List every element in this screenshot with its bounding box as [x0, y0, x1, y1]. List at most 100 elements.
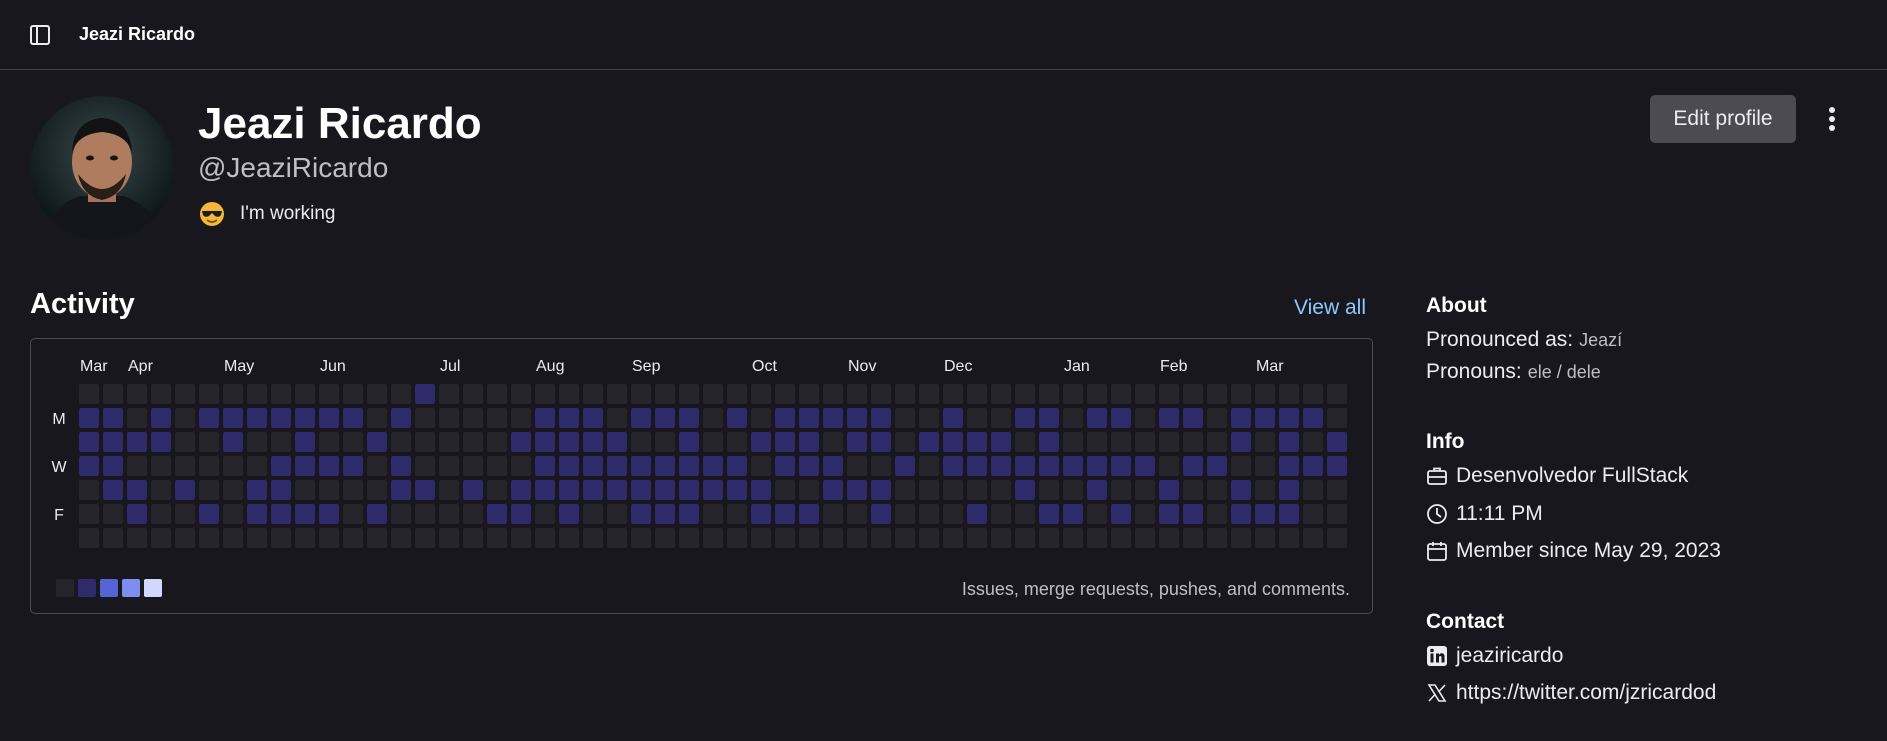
activity-cell[interactable] — [655, 456, 675, 476]
activity-cell[interactable] — [199, 432, 219, 452]
activity-cell[interactable] — [391, 528, 411, 548]
activity-cell[interactable] — [1255, 480, 1275, 500]
activity-cell[interactable] — [175, 504, 195, 524]
activity-cell[interactable] — [391, 408, 411, 428]
activity-cell[interactable] — [991, 480, 1011, 500]
activity-cell[interactable] — [367, 456, 387, 476]
twitter-url[interactable]: https://twitter.com/jzricardod — [1456, 681, 1716, 705]
activity-cell[interactable] — [271, 456, 291, 476]
activity-cell[interactable] — [343, 408, 363, 428]
activity-cell[interactable] — [655, 384, 675, 404]
activity-cell[interactable] — [319, 384, 339, 404]
activity-cell[interactable] — [1135, 528, 1155, 548]
activity-cell[interactable] — [919, 408, 939, 428]
activity-cell[interactable] — [319, 504, 339, 524]
activity-cell[interactable] — [151, 528, 171, 548]
activity-cell[interactable] — [991, 504, 1011, 524]
activity-cell[interactable] — [919, 432, 939, 452]
activity-cell[interactable] — [1015, 432, 1035, 452]
activity-cell[interactable] — [823, 528, 843, 548]
activity-cell[interactable] — [1279, 408, 1299, 428]
activity-cell[interactable] — [967, 384, 987, 404]
activity-cell[interactable] — [583, 432, 603, 452]
activity-cell[interactable] — [247, 456, 267, 476]
activity-cell[interactable] — [799, 384, 819, 404]
activity-cell[interactable] — [1327, 384, 1347, 404]
activity-cell[interactable] — [319, 528, 339, 548]
activity-cell[interactable] — [895, 432, 915, 452]
activity-cell[interactable] — [415, 504, 435, 524]
activity-cell[interactable] — [1207, 528, 1227, 548]
activity-cell[interactable] — [823, 384, 843, 404]
activity-cell[interactable] — [463, 528, 483, 548]
activity-cell[interactable] — [703, 384, 723, 404]
activity-cell[interactable] — [895, 384, 915, 404]
activity-cell[interactable] — [703, 528, 723, 548]
activity-cell[interactable] — [727, 456, 747, 476]
activity-cell[interactable] — [847, 384, 867, 404]
activity-cell[interactable] — [871, 480, 891, 500]
activity-cell[interactable] — [511, 408, 531, 428]
contact-linkedin[interactable]: jeaziricardo — [1426, 644, 1563, 668]
activity-cell[interactable] — [1063, 408, 1083, 428]
activity-cell[interactable] — [175, 528, 195, 548]
activity-cell[interactable] — [1111, 456, 1131, 476]
activity-cell[interactable] — [1159, 384, 1179, 404]
activity-cell[interactable] — [1303, 408, 1323, 428]
activity-cell[interactable] — [1255, 432, 1275, 452]
activity-cell[interactable] — [223, 432, 243, 452]
activity-cell[interactable] — [439, 480, 459, 500]
activity-cell[interactable] — [439, 528, 459, 548]
activity-cell[interactable] — [607, 408, 627, 428]
activity-cell[interactable] — [199, 528, 219, 548]
activity-cell[interactable] — [679, 504, 699, 524]
activity-cell[interactable] — [1303, 384, 1323, 404]
activity-cell[interactable] — [655, 408, 675, 428]
activity-cell[interactable] — [943, 504, 963, 524]
activity-cell[interactable] — [175, 408, 195, 428]
activity-cell[interactable] — [1087, 432, 1107, 452]
activity-cell[interactable] — [1231, 504, 1251, 524]
activity-cell[interactable] — [607, 528, 627, 548]
activity-cell[interactable] — [607, 504, 627, 524]
activity-cell[interactable] — [463, 432, 483, 452]
activity-cell[interactable] — [1327, 408, 1347, 428]
activity-cell[interactable] — [223, 480, 243, 500]
activity-cell[interactable] — [895, 504, 915, 524]
activity-cell[interactable] — [247, 432, 267, 452]
activity-cell[interactable] — [247, 408, 267, 428]
activity-cell[interactable] — [967, 480, 987, 500]
activity-cell[interactable] — [631, 456, 651, 476]
activity-cell[interactable] — [679, 480, 699, 500]
activity-cell[interactable] — [1111, 480, 1131, 500]
activity-cell[interactable] — [271, 408, 291, 428]
activity-cell[interactable] — [679, 432, 699, 452]
activity-cell[interactable] — [559, 384, 579, 404]
activity-cell[interactable] — [727, 432, 747, 452]
activity-cell[interactable] — [727, 384, 747, 404]
activity-cell[interactable] — [175, 432, 195, 452]
activity-cell[interactable] — [823, 480, 843, 500]
activity-cell[interactable] — [727, 504, 747, 524]
activity-cell[interactable] — [631, 480, 651, 500]
activity-cell[interactable] — [391, 480, 411, 500]
activity-cell[interactable] — [823, 408, 843, 428]
activity-cell[interactable] — [655, 504, 675, 524]
activity-cell[interactable] — [1063, 480, 1083, 500]
activity-cell[interactable] — [1303, 528, 1323, 548]
activity-cell[interactable] — [319, 408, 339, 428]
activity-cell[interactable] — [1231, 432, 1251, 452]
activity-cell[interactable] — [343, 528, 363, 548]
activity-cell[interactable] — [391, 456, 411, 476]
activity-cell[interactable] — [847, 480, 867, 500]
activity-cell[interactable] — [535, 456, 555, 476]
activity-cell[interactable] — [799, 456, 819, 476]
activity-cell[interactable] — [943, 456, 963, 476]
activity-cell[interactable] — [919, 480, 939, 500]
activity-cell[interactable] — [895, 408, 915, 428]
activity-cell[interactable] — [1039, 384, 1059, 404]
activity-cell[interactable] — [1135, 456, 1155, 476]
activity-cell[interactable] — [463, 504, 483, 524]
activity-cell[interactable] — [439, 408, 459, 428]
activity-cell[interactable] — [1159, 480, 1179, 500]
